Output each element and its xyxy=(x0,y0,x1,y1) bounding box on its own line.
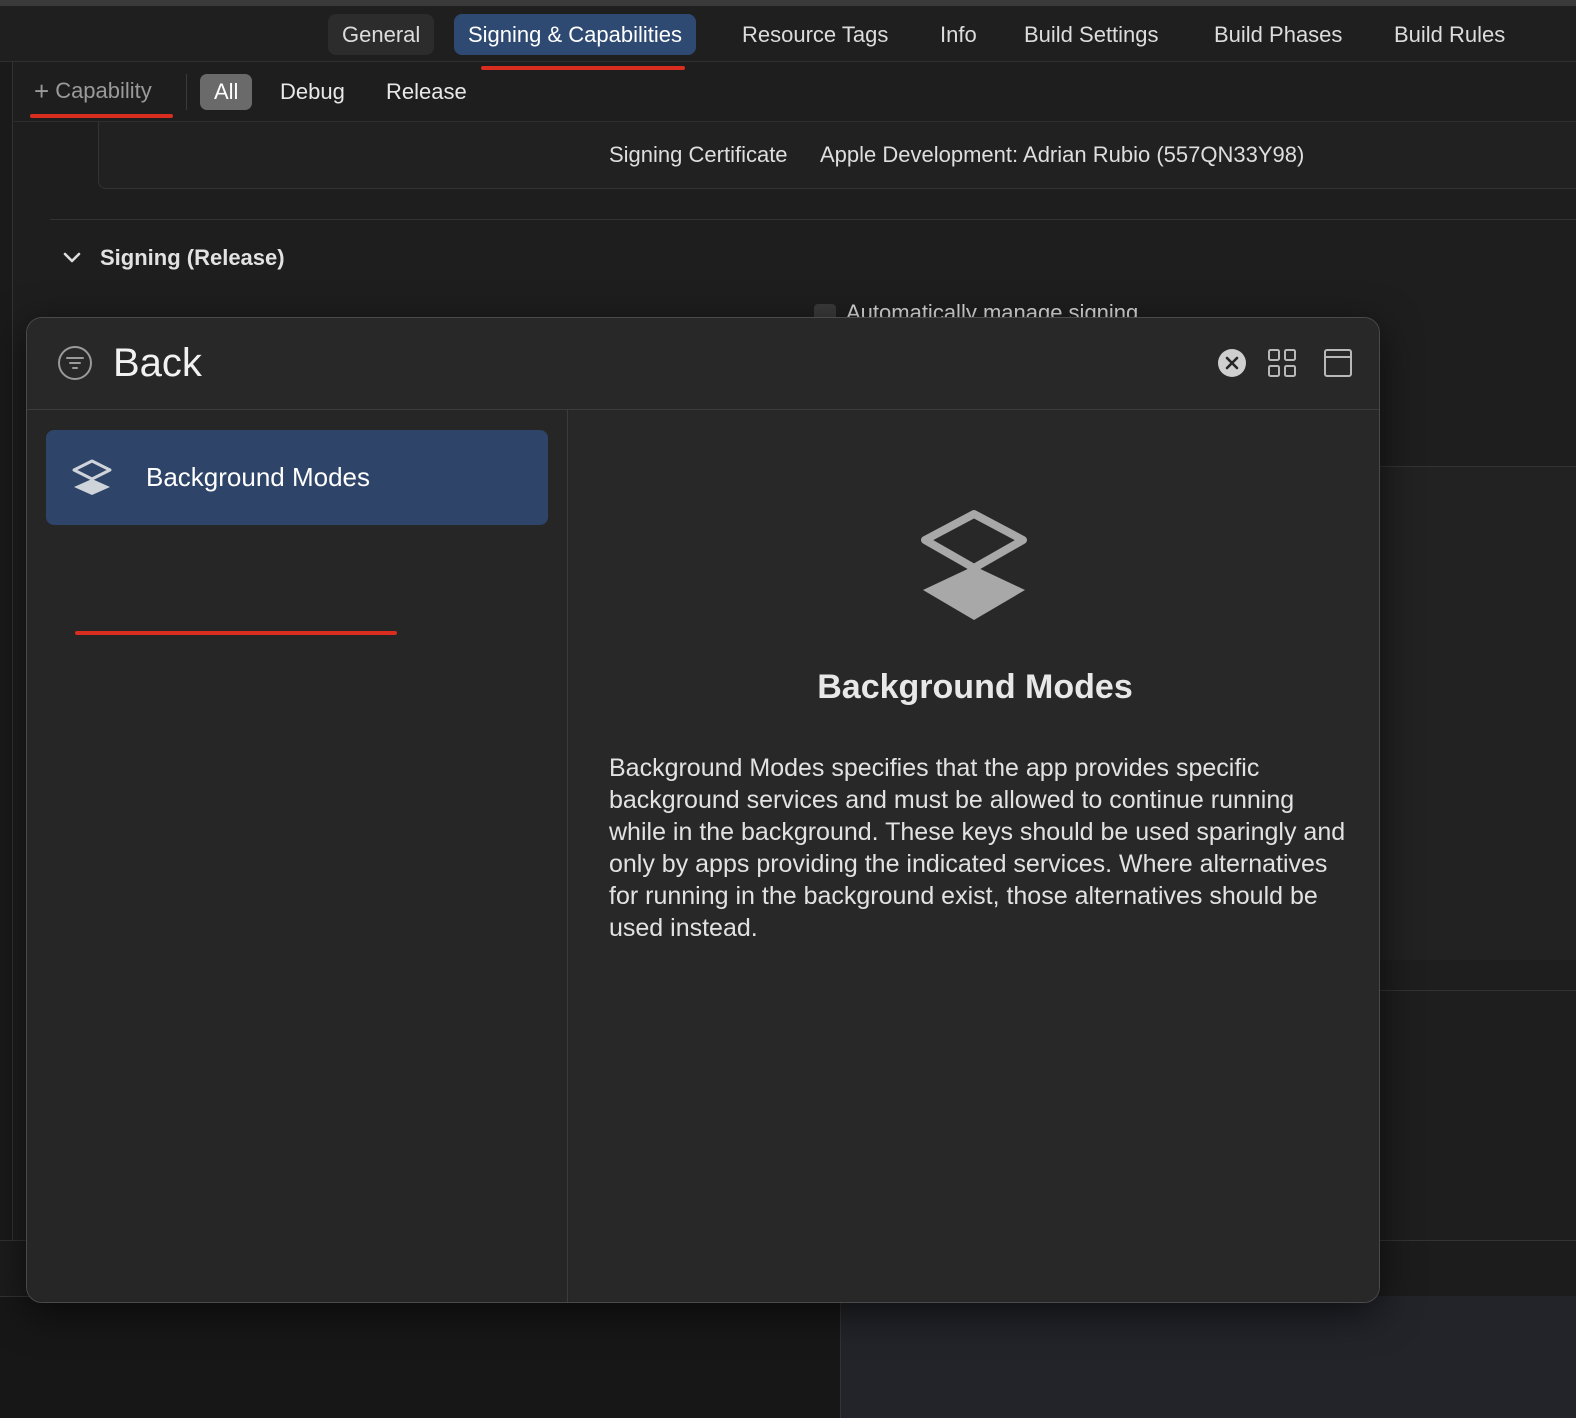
capability-results-list: Background Modes xyxy=(27,410,568,1302)
detail-description: Background Modes specifies that the app … xyxy=(609,754,1346,942)
capability-detail-pane: Background Modes Background Modes specif… xyxy=(569,410,1379,1302)
annotation-underline-background-modes xyxy=(75,631,397,635)
layers-icon xyxy=(72,459,112,495)
tab-build-settings[interactable]: Build Settings xyxy=(1010,14,1173,55)
window-icon[interactable] xyxy=(1323,348,1353,378)
capability-search-input[interactable] xyxy=(113,336,1113,390)
tab-general[interactable]: General xyxy=(328,14,435,55)
filter-icon[interactable] xyxy=(57,345,93,381)
signing-certificate-value[interactable]: Apple Development: Adrian Rubio (557QN33… xyxy=(820,142,1304,168)
popup-header xyxy=(27,318,1379,410)
annotation-underline-capability xyxy=(30,114,173,118)
tab-resource-tags[interactable]: Resource Tags xyxy=(728,14,902,55)
debug-area-right xyxy=(840,1296,1576,1418)
list-item[interactable]: Background Modes xyxy=(46,430,548,525)
layers-icon xyxy=(921,510,1027,620)
grid-view-icon[interactable] xyxy=(1267,348,1297,378)
tab-build-phases[interactable]: Build Phases xyxy=(1200,14,1356,55)
capability-library-popup: Background Modes Background Modes Backgr… xyxy=(26,317,1380,1303)
background-divider xyxy=(1380,990,1576,991)
segment-all[interactable]: All xyxy=(200,74,253,110)
background-panel xyxy=(1380,466,1576,960)
segment-release[interactable]: Release xyxy=(372,74,481,110)
add-capability-button[interactable]: + Capability xyxy=(34,76,152,107)
add-capability-label: Capability xyxy=(55,78,152,103)
chevron-down-icon[interactable] xyxy=(62,248,82,268)
signing-certificate-label: Signing Certificate xyxy=(609,142,788,167)
tab-signing-capabilities[interactable]: Signing & Capabilities xyxy=(454,14,697,55)
detail-title: Background Modes xyxy=(817,668,1133,706)
capability-filter-bar: + Capability All Debug Release xyxy=(14,62,1576,122)
navigator-edge xyxy=(0,62,13,1242)
plus-icon: + xyxy=(34,76,50,106)
list-item-label: Background Modes xyxy=(146,462,371,492)
section-divider xyxy=(50,219,1576,220)
tab-build-rules[interactable]: Build Rules xyxy=(1380,14,1519,55)
tab-info[interactable]: Info xyxy=(926,14,991,55)
signing-release-section-title: Signing (Release) xyxy=(100,245,285,270)
segment-debug[interactable]: Debug xyxy=(266,74,359,110)
clear-search-icon[interactable] xyxy=(1217,348,1247,378)
editor-tab-bar: General Signing & Capabilities Resource … xyxy=(0,6,1576,62)
filter-divider xyxy=(186,74,187,110)
